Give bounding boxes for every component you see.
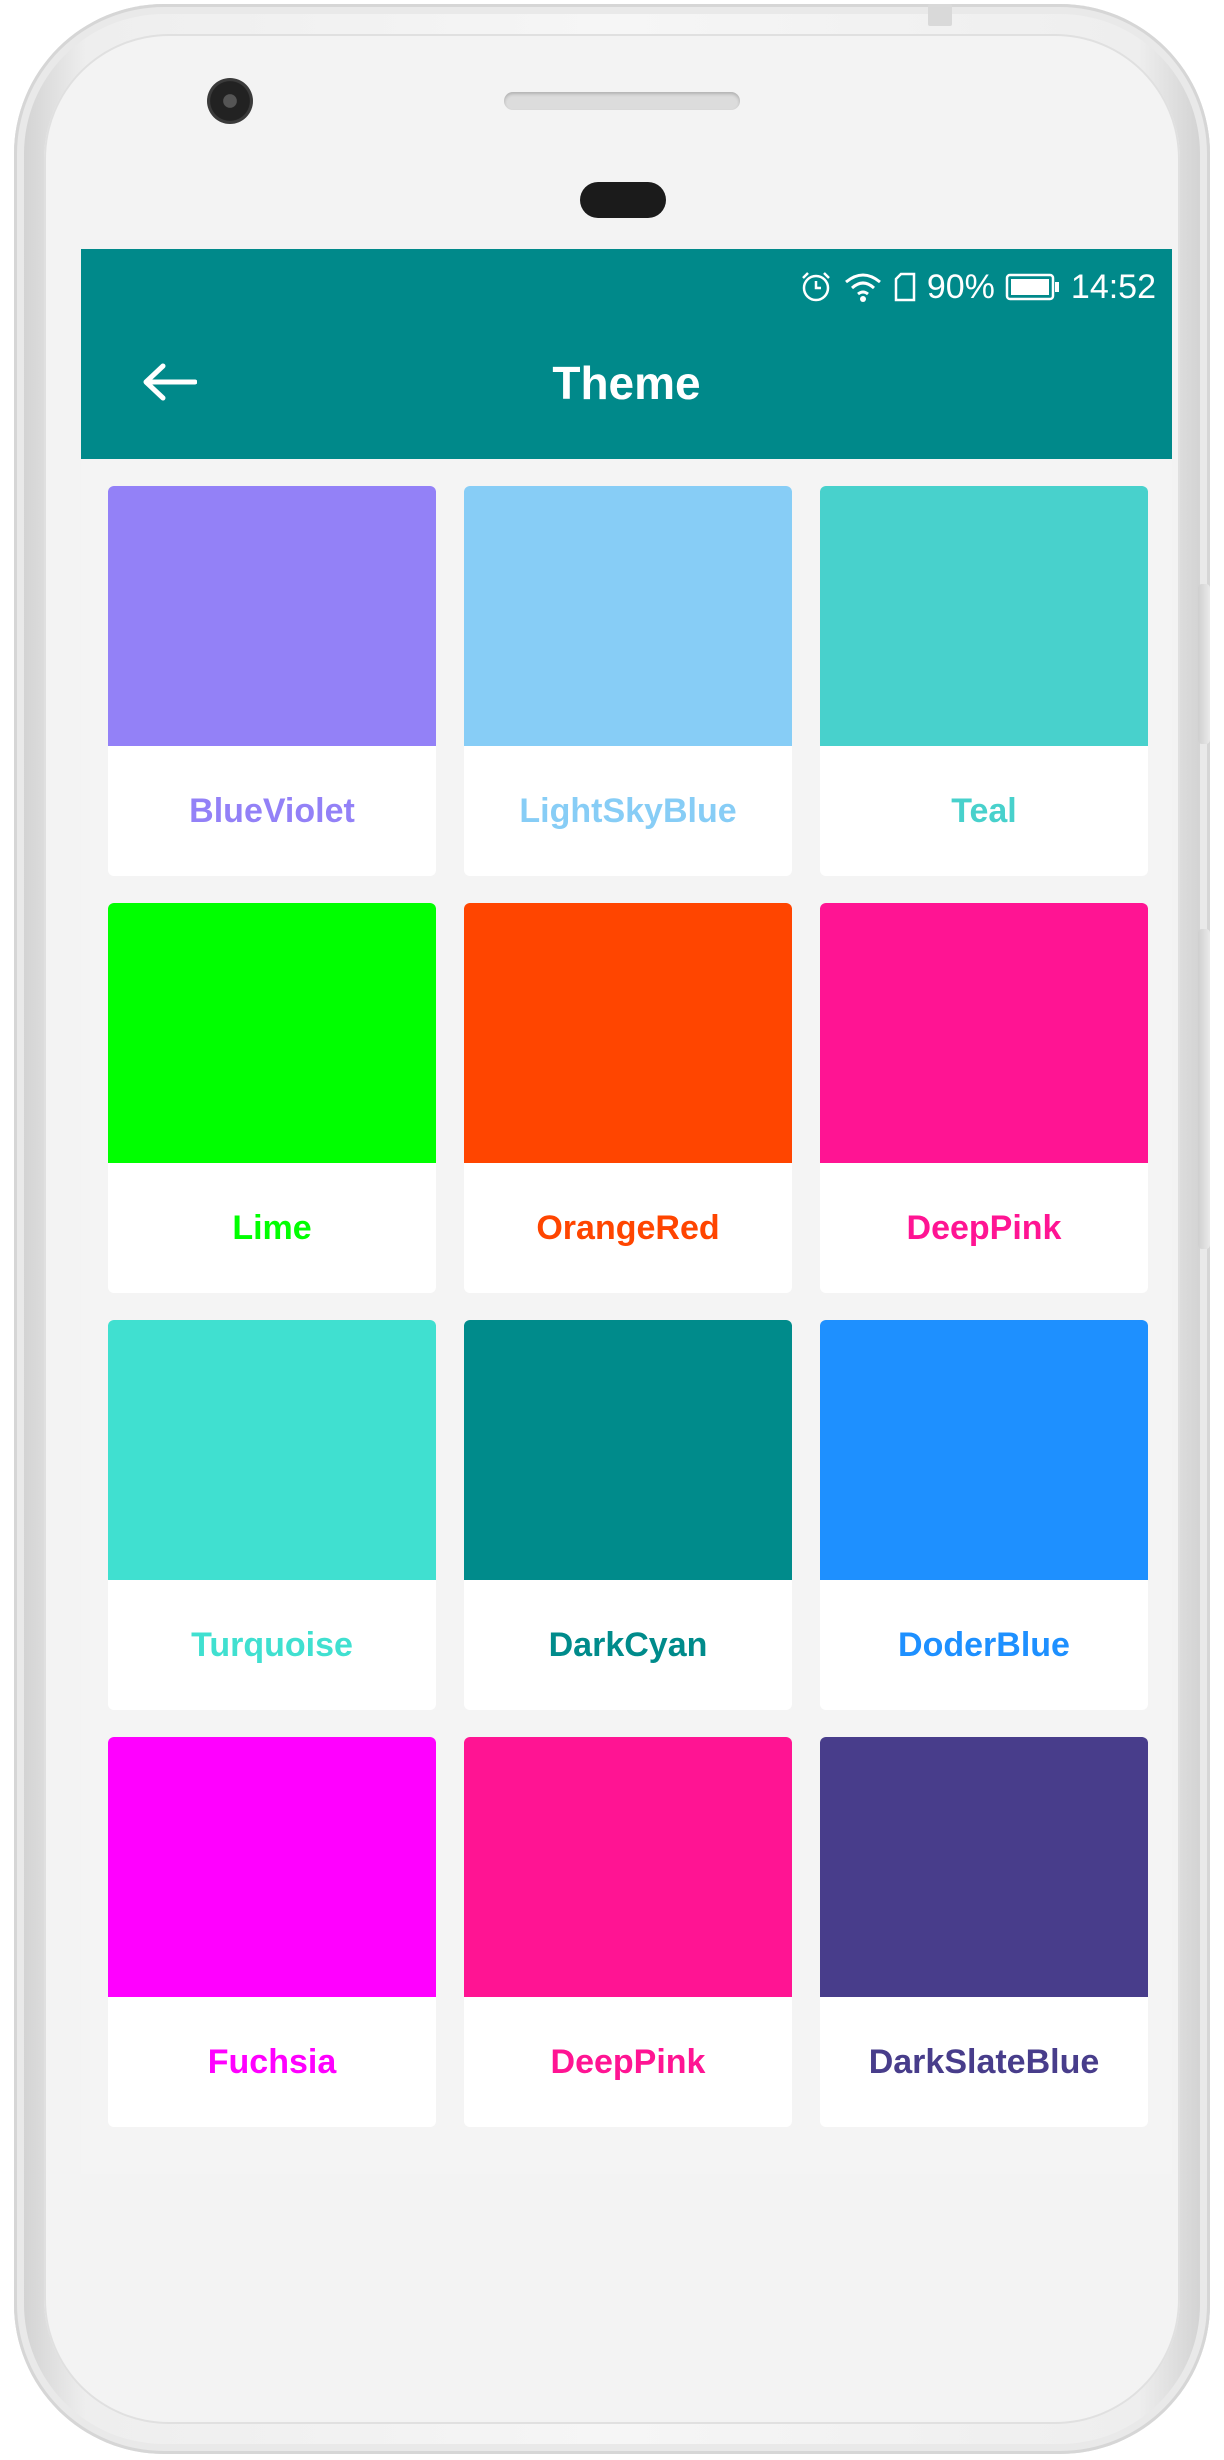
phone-frame: 90% 14:52 Theme BlueViolet LightSkyBlue …	[14, 4, 1210, 2454]
clock-time: 14:52	[1070, 267, 1156, 306]
top-button	[928, 4, 952, 26]
theme-card-darkcyan[interactable]: DarkCyan	[464, 1320, 792, 1710]
color-swatch	[108, 1320, 436, 1580]
theme-card-orangered[interactable]: OrangeRed	[464, 903, 792, 1293]
color-swatch	[820, 1737, 1148, 1997]
theme-card-teal[interactable]: Teal	[820, 486, 1148, 876]
status-bar: 90% 14:52	[799, 265, 1156, 309]
battery-percent: 90%	[926, 267, 995, 306]
color-swatch	[108, 903, 436, 1163]
theme-card-fuchsia[interactable]: Fuchsia	[108, 1737, 436, 2127]
theme-card-darkslateblue[interactable]: DarkSlateBlue	[820, 1737, 1148, 2127]
sim-card-icon	[893, 271, 917, 303]
theme-name-label: DoderBlue	[898, 1625, 1070, 1664]
power-button	[1198, 929, 1210, 1249]
color-swatch	[820, 1320, 1148, 1580]
alarm-icon	[799, 270, 833, 304]
theme-grid: BlueViolet LightSkyBlue Teal Lime OrangeRed D…	[108, 486, 1148, 2127]
front-camera	[207, 78, 253, 124]
color-swatch	[464, 486, 792, 746]
battery-icon	[1005, 272, 1061, 302]
theme-card-turquoise[interactable]: Turquoise	[108, 1320, 436, 1710]
theme-name-label: Lime	[232, 1208, 312, 1247]
theme-name-label: Fuchsia	[207, 2042, 337, 2081]
color-swatch	[108, 1737, 436, 1997]
color-swatch	[820, 903, 1148, 1163]
color-swatch	[464, 903, 792, 1163]
theme-name-label: BlueViolet	[189, 791, 355, 830]
theme-name-label: DarkCyan	[548, 1625, 708, 1664]
color-swatch	[464, 1320, 792, 1580]
color-swatch	[820, 486, 1148, 746]
theme-name-label: Teal	[951, 791, 1017, 830]
page-title: Theme	[552, 357, 701, 409]
theme-card-deeppink[interactable]: DeepPink	[820, 903, 1148, 1293]
app-bar: 90% 14:52 Theme	[81, 249, 1172, 459]
earpiece-speaker	[504, 92, 740, 110]
theme-name-label: Turquoise	[191, 1625, 353, 1664]
theme-name-label: LightSkyBlue	[519, 791, 737, 830]
theme-name-label: OrangeRed	[536, 1208, 720, 1247]
theme-card-blueviolet[interactable]: BlueViolet	[108, 486, 436, 876]
theme-name-label: DeepPink	[550, 2042, 706, 2081]
theme-name-label: DarkSlateBlue	[868, 2042, 1100, 2081]
theme-card-doderblue[interactable]: DoderBlue	[820, 1320, 1148, 1710]
color-swatch	[464, 1737, 792, 1997]
theme-card-deeppink[interactable]: DeepPink	[464, 1737, 792, 2127]
screen: 90% 14:52 Theme BlueViolet LightSkyBlue …	[81, 249, 1172, 2174]
color-swatch	[108, 486, 436, 746]
volume-button	[1198, 584, 1210, 744]
theme-card-lightskyblue[interactable]: LightSkyBlue	[464, 486, 792, 876]
theme-name-label: DeepPink	[906, 1208, 1062, 1247]
proximity-sensor	[580, 182, 666, 218]
wifi-icon	[843, 270, 883, 304]
theme-card-lime[interactable]: Lime	[108, 903, 436, 1293]
